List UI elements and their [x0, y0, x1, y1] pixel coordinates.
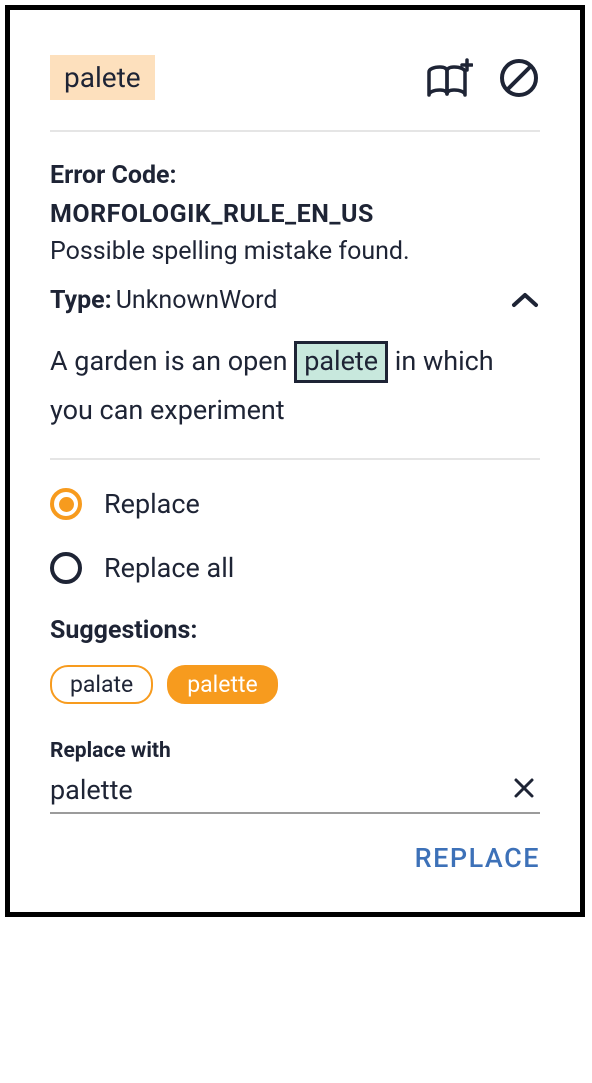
action-row: REPLACE — [50, 834, 540, 882]
replace-input-row — [50, 773, 540, 814]
misspelled-word-badge: palete — [50, 55, 155, 100]
divider — [50, 130, 540, 132]
radio-icon-selected — [50, 488, 82, 520]
divider — [50, 458, 540, 460]
radio-replace[interactable]: Replace — [50, 488, 540, 520]
type-text: Type: UnknownWord — [50, 286, 277, 315]
error-code-value: MORFOLOGIK_RULE_EN_US — [50, 195, 540, 235]
suggestion-chips: palate palette — [50, 665, 540, 704]
error-section: Error Code: MORFOLOGIK_RULE_EN_US Possib… — [50, 157, 540, 266]
type-value: UnknownWord — [116, 286, 278, 315]
context-before: A garden is an open — [50, 345, 294, 377]
radio-group: Replace Replace all — [50, 488, 540, 584]
type-row: Type: UnknownWord — [50, 286, 540, 315]
context-sentence: A garden is an open palete in which you … — [50, 337, 540, 437]
error-code-label: Error Code: — [50, 157, 540, 195]
header-row: palete — [50, 55, 540, 100]
radio-icon-unselected — [50, 552, 82, 584]
type-label: Type: — [50, 286, 112, 315]
context-highlight: palete — [294, 341, 388, 383]
add-to-dictionary-button[interactable] — [425, 56, 473, 100]
radio-replace-label: Replace — [104, 488, 200, 520]
error-description: Possible spelling mistake found. — [50, 237, 540, 266]
spellcheck-panel: palete Error Co — [5, 5, 585, 917]
replace-with-input[interactable] — [50, 774, 508, 806]
clear-input-button[interactable] — [508, 773, 540, 806]
radio-replace-all-label: Replace all — [104, 552, 234, 584]
suggestion-chip-selected[interactable]: palette — [167, 665, 277, 704]
radio-replace-all[interactable]: Replace all — [50, 552, 540, 584]
header-icons — [425, 56, 540, 100]
replace-with-label: Replace with — [50, 739, 540, 763]
collapse-button[interactable] — [510, 290, 540, 310]
suggestions-label: Suggestions: — [50, 616, 540, 645]
ignore-button[interactable] — [498, 57, 540, 99]
replace-button[interactable]: REPLACE — [415, 834, 540, 882]
suggestion-chip[interactable]: palate — [50, 665, 153, 704]
